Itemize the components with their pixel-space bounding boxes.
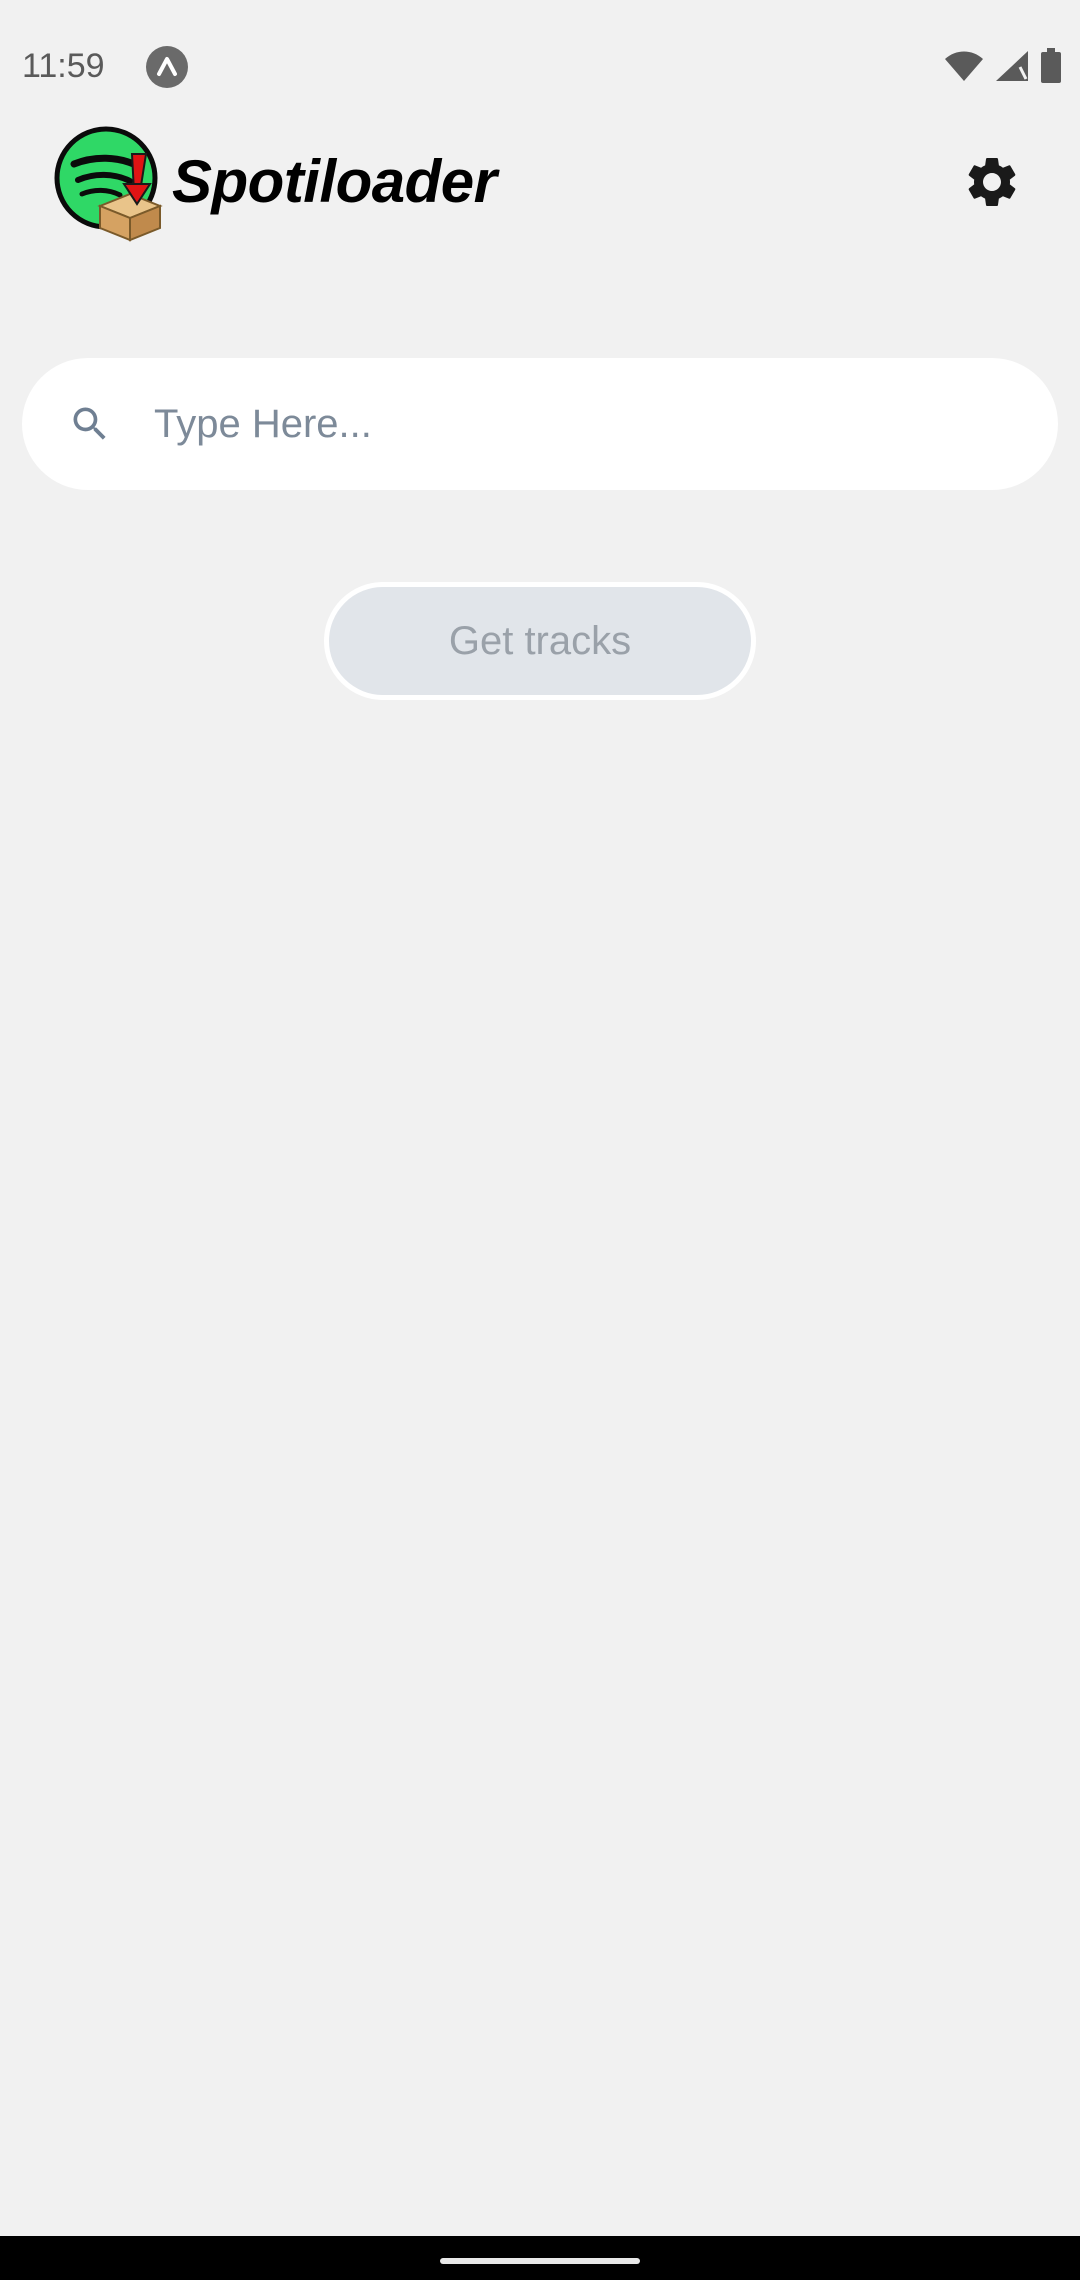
get-tracks-label: Get tracks	[448, 618, 632, 663]
spotiloader-logo-icon	[54, 126, 166, 242]
search-icon	[68, 402, 112, 446]
status-time: 11:59	[22, 47, 105, 85]
status-bar: 11:59	[0, 0, 1080, 132]
app-notification-icon	[146, 46, 188, 88]
navigation-bar	[0, 2236, 1080, 2280]
status-icons	[944, 46, 1062, 90]
cell-signal-icon	[994, 49, 1030, 88]
home-gesture-handle[interactable]	[440, 2258, 640, 2264]
get-tracks-button[interactable]: Get tracks	[324, 582, 756, 700]
app-screen: 11:59 Spotiloader Type Here... Get track…	[0, 0, 1080, 2280]
app-header: Spotiloader	[0, 122, 1080, 248]
app-title: Spotiloader	[172, 148, 497, 215]
wifi-icon	[944, 49, 984, 88]
gear-icon	[962, 152, 1022, 217]
search-bar	[22, 358, 1058, 490]
battery-icon	[1040, 47, 1062, 89]
search-input[interactable]	[154, 384, 1024, 464]
settings-button[interactable]	[956, 148, 1028, 220]
